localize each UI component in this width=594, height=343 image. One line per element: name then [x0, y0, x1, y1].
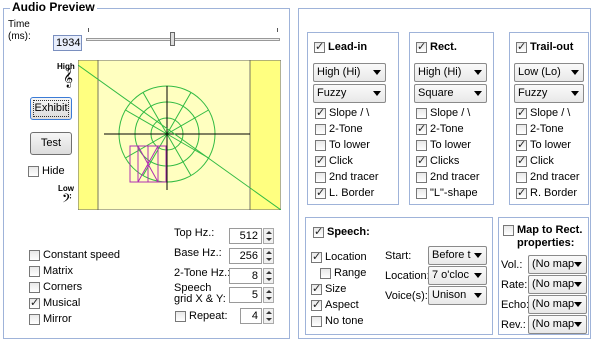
location-select[interactable]: 7 o'cloc — [428, 266, 487, 285]
speech-grid-label-2: grid X & Y: — [174, 293, 226, 305]
mirror-checkbox[interactable]: Mirror — [29, 313, 72, 326]
trail-out-slope-checkbox[interactable]: Slope / \ — [516, 106, 570, 120]
lead-in-2nd-tracer-checkbox[interactable]: 2nd tracer — [315, 171, 379, 184]
location-checkbox[interactable]: Location — [311, 250, 367, 264]
repeat-input[interactable]: 4 — [240, 308, 262, 324]
lead-in-click-checkbox[interactable]: Click — [315, 154, 353, 168]
rect-slope-checkbox[interactable]: Slope / \ — [416, 107, 470, 120]
rect-2tone-checkbox[interactable]: 2-Tone — [416, 122, 464, 136]
rect-2nd-tracer-checkbox[interactable]: 2nd tracer — [416, 171, 480, 184]
top-hz-label: Top Hz.: — [174, 227, 215, 239]
vol-label: Vol.: — [501, 259, 523, 271]
exhibit-button[interactable]: Exhibit — [30, 97, 72, 120]
lead-in-checkbox[interactable]: Lead-in — [314, 40, 367, 54]
rev-select[interactable]: (No map — [528, 315, 587, 334]
voices-select[interactable]: Unison — [428, 286, 487, 305]
lead-in-2tone-checkbox[interactable]: 2-Tone — [315, 123, 363, 136]
range-checkbox[interactable]: Range — [320, 267, 366, 280]
time-value-field[interactable]: 1934 — [53, 35, 82, 51]
rect-clicks-checkbox[interactable]: Clicks — [416, 154, 459, 168]
rect-to-lower-checkbox[interactable]: To lower — [416, 139, 471, 152]
bass-clef-icon: 𝄢 — [62, 191, 72, 209]
time-slider[interactable] — [86, 28, 280, 50]
corners-checkbox[interactable]: Corners — [29, 281, 82, 294]
rate-select[interactable]: (No map — [528, 275, 587, 294]
voices-label: Voice(s): — [385, 290, 428, 302]
treble-clef-icon: 𝄞 — [63, 68, 74, 88]
rev-label: Rev.: — [501, 319, 526, 331]
location-label: Location: — [385, 270, 430, 282]
map-title-line2: properties: — [517, 237, 575, 249]
base-hz-input[interactable]: 256 — [229, 248, 262, 264]
trail-out-pitch-select[interactable]: Low (Lo) — [514, 63, 584, 82]
lead-in-to-lower-checkbox[interactable]: To lower — [315, 139, 370, 152]
rect-shape-select[interactable]: Square — [414, 84, 487, 103]
lead-in-pitch-select[interactable]: High (Hi) — [313, 63, 386, 82]
rate-label: Rate: — [501, 279, 528, 291]
preview-canvas[interactable] — [78, 60, 281, 210]
constant-speed-checkbox[interactable]: Constant speed — [29, 249, 120, 262]
two-tone-hz-label: 2-Tone Hz.: — [174, 267, 231, 279]
hide-checkbox[interactable]: Hide — [28, 165, 65, 178]
rect-l-shape-checkbox[interactable]: "L"-shape — [416, 187, 478, 200]
trail-out-click-checkbox[interactable]: Click — [516, 154, 554, 168]
speech-grid-spin-button[interactable] — [263, 287, 274, 303]
vol-select[interactable]: (No map — [528, 255, 587, 274]
test-button[interactable]: Test — [30, 132, 72, 155]
map-checkbox[interactable]: Map to Rect. — [503, 224, 582, 237]
start-label: Start: — [385, 250, 412, 262]
panel-title: Audio Preview — [10, 0, 97, 14]
lead-in-border-checkbox[interactable]: L. Border — [315, 186, 374, 200]
two-tone-hz-input[interactable]: 8 — [229, 268, 262, 284]
trail-out-2tone-checkbox[interactable]: 2-Tone — [516, 123, 564, 136]
speech-checkbox[interactable]: Speech: — [313, 225, 370, 239]
trail-out-shape-select[interactable]: Fuzzy — [514, 84, 584, 103]
time-label: Time (ms): — [8, 19, 31, 42]
echo-label: Echo: — [501, 299, 530, 311]
repeat-checkbox[interactable]: Repeat: — [175, 310, 228, 323]
base-hz-label: Base Hz.: — [174, 247, 222, 259]
rect-pitch-select[interactable]: High (Hi) — [414, 63, 487, 82]
lead-in-shape-select[interactable]: Fuzzy — [313, 84, 386, 103]
hide-check[interactable] — [28, 165, 39, 177]
size-checkbox[interactable]: Size — [311, 282, 346, 296]
speech-grid-input[interactable]: 5 — [229, 287, 262, 303]
repeat-spin-button[interactable] — [263, 308, 274, 324]
right-border-band — [250, 60, 280, 210]
top-hz-input[interactable]: 512 — [229, 228, 262, 244]
lead-in-slope-checkbox[interactable]: Slope / \ — [315, 106, 369, 120]
left-border-band — [78, 60, 99, 210]
slider-track — [86, 38, 280, 41]
trail-out-border-checkbox[interactable]: R. Border — [516, 186, 577, 200]
slider-thumb[interactable] — [170, 32, 175, 46]
aspect-checkbox[interactable]: Aspect — [311, 298, 359, 312]
echo-select[interactable]: (No map — [528, 295, 587, 314]
matrix-checkbox[interactable]: Matrix — [29, 265, 73, 278]
trail-out-to-lower-checkbox[interactable]: To lower — [516, 138, 571, 152]
start-select[interactable]: Before t — [428, 246, 487, 265]
trail-out-checkbox[interactable]: Trail-out — [516, 40, 573, 54]
musical-checkbox[interactable]: Musical — [29, 296, 80, 310]
top-hz-spin-button[interactable] — [263, 228, 274, 244]
rect-checkbox[interactable]: Rect. — [416, 40, 457, 54]
two-tone-hz-spin-button[interactable] — [263, 268, 274, 284]
no-tone-checkbox[interactable]: No tone — [311, 315, 364, 328]
trail-out-2nd-tracer-checkbox[interactable]: 2nd tracer — [516, 171, 580, 184]
base-hz-spin-button[interactable] — [263, 248, 274, 264]
